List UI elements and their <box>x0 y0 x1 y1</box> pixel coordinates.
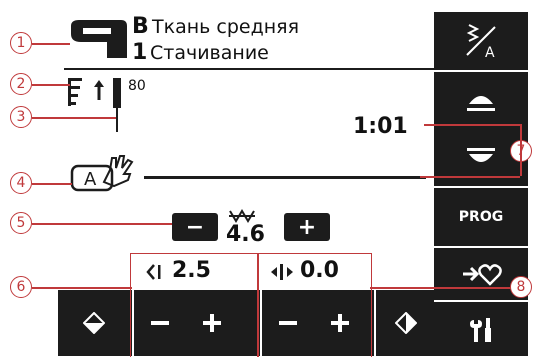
arrow-heart-icon <box>463 264 502 286</box>
position-group-outline <box>258 253 372 357</box>
stitch-alphabet-button[interactable]: A <box>434 12 528 72</box>
text-hand-icon: A <box>70 152 142 192</box>
prog-label: PROG <box>458 209 504 225</box>
needle-icon <box>110 78 126 134</box>
presser-up-button[interactable] <box>434 72 528 128</box>
callout-line-2 <box>32 84 70 86</box>
width-plus-button[interactable]: + <box>284 213 330 241</box>
thread-line <box>144 176 426 179</box>
stitch-width-value: 4.6 <box>226 222 265 247</box>
machine-icon <box>67 16 129 62</box>
length-group-outline <box>130 253 258 357</box>
right-arrow-button[interactable] <box>374 290 436 356</box>
width-minus-button[interactable]: − <box>172 213 218 241</box>
header-divider <box>64 68 434 70</box>
presser-up-icon <box>467 96 495 111</box>
settings-button[interactable] <box>434 302 528 356</box>
callout-6: 6 <box>10 276 32 298</box>
tools-icon <box>470 318 491 342</box>
callout-line-3 <box>32 117 116 119</box>
callout-3: 3 <box>10 106 32 128</box>
program-number: 1 <box>132 40 148 65</box>
presser-lift-icon <box>92 78 106 102</box>
presser-down-icon <box>467 148 495 162</box>
callout-line-7a <box>424 124 520 126</box>
callout-1: 1 <box>10 32 32 54</box>
diamond-icon <box>83 312 105 334</box>
svg-text:A: A <box>84 169 97 190</box>
time-display: 1:01 <box>353 114 408 139</box>
callout-line-4 <box>32 183 72 185</box>
right-panel: A PROG <box>434 12 528 356</box>
callout-line-6 <box>32 287 132 289</box>
callout-4: 4 <box>10 172 32 194</box>
callout-8: 8 <box>510 276 532 298</box>
fabric-letter: B <box>132 14 149 39</box>
left-arrow-button[interactable] <box>58 290 130 356</box>
callout-line-7-vertical <box>520 124 522 176</box>
callout-line-5 <box>32 223 172 225</box>
diamond-icon <box>395 312 417 334</box>
stitch-alphabet-icon: A <box>466 24 496 61</box>
callout-5: 5 <box>10 212 32 234</box>
svg-text:A: A <box>485 45 495 61</box>
callout-line-8 <box>370 287 520 289</box>
prog-button[interactable]: PROG <box>434 188 528 248</box>
callout-line-1 <box>32 43 70 45</box>
presser-foot-icon <box>68 76 86 108</box>
program-name: Стачивание <box>150 42 269 64</box>
fabric-name: Ткань средняя <box>152 16 299 38</box>
callout-line-7b <box>420 176 520 178</box>
presser-value: 80 <box>128 78 146 94</box>
callout-2: 2 <box>10 73 32 95</box>
